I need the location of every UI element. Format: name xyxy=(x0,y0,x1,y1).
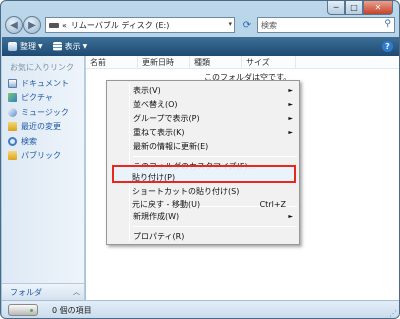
favorite-link-label: パブリック xyxy=(21,151,61,161)
menu-item-label: 貼り付け(P) xyxy=(132,173,176,182)
chevron-up-icon: ︿ xyxy=(73,288,80,296)
removable-drive-icon xyxy=(8,304,38,316)
chevron-down-icon: ▼ xyxy=(82,43,88,50)
recent-changes-icon xyxy=(8,122,17,132)
help-icon: ? xyxy=(385,42,390,51)
explorer-window: ─ □ ✕ ◀ ▶ « リムーバブル ディスク (E:) ▾ ⟳ 検索 ⚲ 整理… xyxy=(0,0,400,319)
menu-item-label: プロパティ(R) xyxy=(133,232,185,241)
removable-drive-icon xyxy=(49,22,59,28)
menu-item-stack[interactable]: 重ねて表示(K) ► xyxy=(133,126,297,139)
address-bar[interactable]: « リムーバブル ディスク (E:) ▾ xyxy=(45,17,235,33)
favorite-link-recent[interactable]: 最近の変更 xyxy=(8,120,69,135)
maximize-icon: □ xyxy=(350,3,358,12)
column-header-row: 名前 更新日時 種類 サイズ xyxy=(86,55,399,69)
address-text: リムーバブル ディスク (E:) xyxy=(70,20,170,30)
menu-item-paste[interactable]: 貼り付け(P) xyxy=(132,171,296,184)
view-label: 表示 xyxy=(64,42,81,51)
favorite-links-list: ドキュメント ピクチャ ミュージック 最近の変更 検索 パブリック xyxy=(8,76,69,163)
menu-item-sort[interactable]: 並べ替え(O) ► xyxy=(133,98,297,111)
favorite-link-documents[interactable]: ドキュメント xyxy=(8,76,69,91)
favorite-link-pictures[interactable]: ピクチャ xyxy=(8,91,69,106)
menu-item-label: 新規作成(W) xyxy=(133,212,180,221)
minimize-icon: ─ xyxy=(333,3,339,12)
item-count: 0 個の項目 xyxy=(52,306,92,315)
column-header-type[interactable]: 種類 xyxy=(190,55,242,69)
menu-item-new[interactable]: 新規作成(W) ► xyxy=(133,210,297,223)
public-folder-icon xyxy=(8,151,17,161)
search-icon xyxy=(8,136,17,146)
favorite-link-search[interactable]: 検索 xyxy=(8,134,69,149)
close-icon: ✕ xyxy=(374,3,382,12)
favorite-link-label: 検索 xyxy=(21,136,37,146)
menu-item-label: 最新の情報に更新(E) xyxy=(133,142,209,151)
menu-item-label: 表示(V) xyxy=(133,86,161,95)
organize-button[interactable]: 整理 ▼ xyxy=(8,41,43,52)
back-button[interactable]: ◀ xyxy=(5,16,23,34)
menu-separator xyxy=(133,226,297,227)
menu-item-group[interactable]: グループで表示(P) ► xyxy=(133,112,297,125)
menu-item-undo-move[interactable]: 元に戻す - 移動(U) Ctrl+Z xyxy=(132,198,292,211)
column-header-size[interactable]: サイズ xyxy=(242,55,296,69)
favorite-link-label: ピクチャ xyxy=(21,93,53,103)
menu-separator xyxy=(133,156,297,157)
favorite-link-label: 最近の変更 xyxy=(21,122,61,132)
menu-item-label: 重ねて表示(K) xyxy=(133,128,185,137)
search-input[interactable]: 検索 ⚲ xyxy=(257,17,395,33)
favorite-links-title: お気に入りリンク xyxy=(10,63,74,72)
column-header-name[interactable]: 名前 xyxy=(86,55,138,69)
undo-shortcut: Ctrl+Z xyxy=(259,200,286,209)
menu-item-label: グループで表示(P) xyxy=(133,114,200,123)
favorite-link-label: ドキュメント xyxy=(21,78,69,88)
menu-item-refresh[interactable]: 最新の情報に更新(E) xyxy=(133,140,297,153)
favorite-link-public[interactable]: パブリック xyxy=(8,149,69,164)
view-icon xyxy=(52,42,62,51)
caption-buttons: ─ □ ✕ xyxy=(327,1,393,15)
documents-icon xyxy=(8,78,17,88)
menu-item-properties[interactable]: プロパティ(R) xyxy=(133,230,297,243)
music-icon xyxy=(8,107,17,117)
minimize-button[interactable]: ─ xyxy=(327,1,345,15)
maximize-button[interactable]: □ xyxy=(345,1,363,15)
menu-item-paste-shortcut[interactable]: ショートカットの貼り付け(S) xyxy=(132,185,296,198)
refresh-button[interactable]: ⟳ xyxy=(239,17,255,33)
navigation-pane: お気に入りリンク ドキュメント ピクチャ ミュージック 最近の変更 検索 パブリ… xyxy=(2,56,85,300)
column-header-date-modified[interactable]: 更新日時 xyxy=(138,55,190,69)
submenu-arrow-icon: ► xyxy=(288,115,293,122)
submenu-arrow-icon: ► xyxy=(288,129,293,136)
favorite-link-music[interactable]: ミュージック xyxy=(8,105,69,120)
pictures-icon xyxy=(8,93,17,103)
menu-item-label: ショートカットの貼り付け(S) xyxy=(132,187,240,196)
address-dropdown-icon[interactable]: ▾ xyxy=(228,20,232,28)
menu-item-label: 元に戻す - 移動(U) xyxy=(132,200,201,209)
chevron-down-icon: ▼ xyxy=(38,43,43,50)
refresh-icon: ⟳ xyxy=(242,19,252,31)
forward-button[interactable]: ▶ xyxy=(23,16,41,34)
menu-item-label: 並べ替え(O) xyxy=(133,100,178,109)
forward-arrow-icon: ▶ xyxy=(28,19,36,31)
organize-label: 整理 xyxy=(20,42,36,51)
view-button[interactable]: 表示 ▼ xyxy=(52,41,88,52)
menu-gutter xyxy=(129,83,130,242)
menu-item-view[interactable]: 表示(V) ► xyxy=(133,84,297,97)
address-chevron-icon[interactable]: « xyxy=(62,21,67,30)
submenu-arrow-icon: ► xyxy=(288,213,293,220)
submenu-arrow-icon: ► xyxy=(288,87,293,94)
help-button[interactable]: ? xyxy=(382,41,393,52)
folders-toggle[interactable]: フォルダ ︿ xyxy=(2,283,84,300)
details-pane: 0 個の項目 ⋰ xyxy=(2,300,399,318)
resize-grip-icon[interactable]: ⋰ xyxy=(389,309,397,318)
context-menu: 表示(V) ► 並べ替え(O) ► グループで表示(P) ► 重ねて表示(K) ► 最新… xyxy=(106,80,300,245)
submenu-arrow-icon: ► xyxy=(288,101,293,108)
search-placeholder: 検索 xyxy=(261,20,277,30)
back-arrow-icon: ◀ xyxy=(10,19,18,31)
search-icon[interactable]: ⚲ xyxy=(384,19,391,29)
command-toolbar: 整理 ▼ 表示 ▼ ? xyxy=(2,37,399,56)
favorite-link-label: ミュージック xyxy=(21,107,69,117)
close-button[interactable]: ✕ xyxy=(363,1,393,15)
organize-icon xyxy=(8,42,17,51)
folders-label: フォルダ xyxy=(10,287,42,297)
